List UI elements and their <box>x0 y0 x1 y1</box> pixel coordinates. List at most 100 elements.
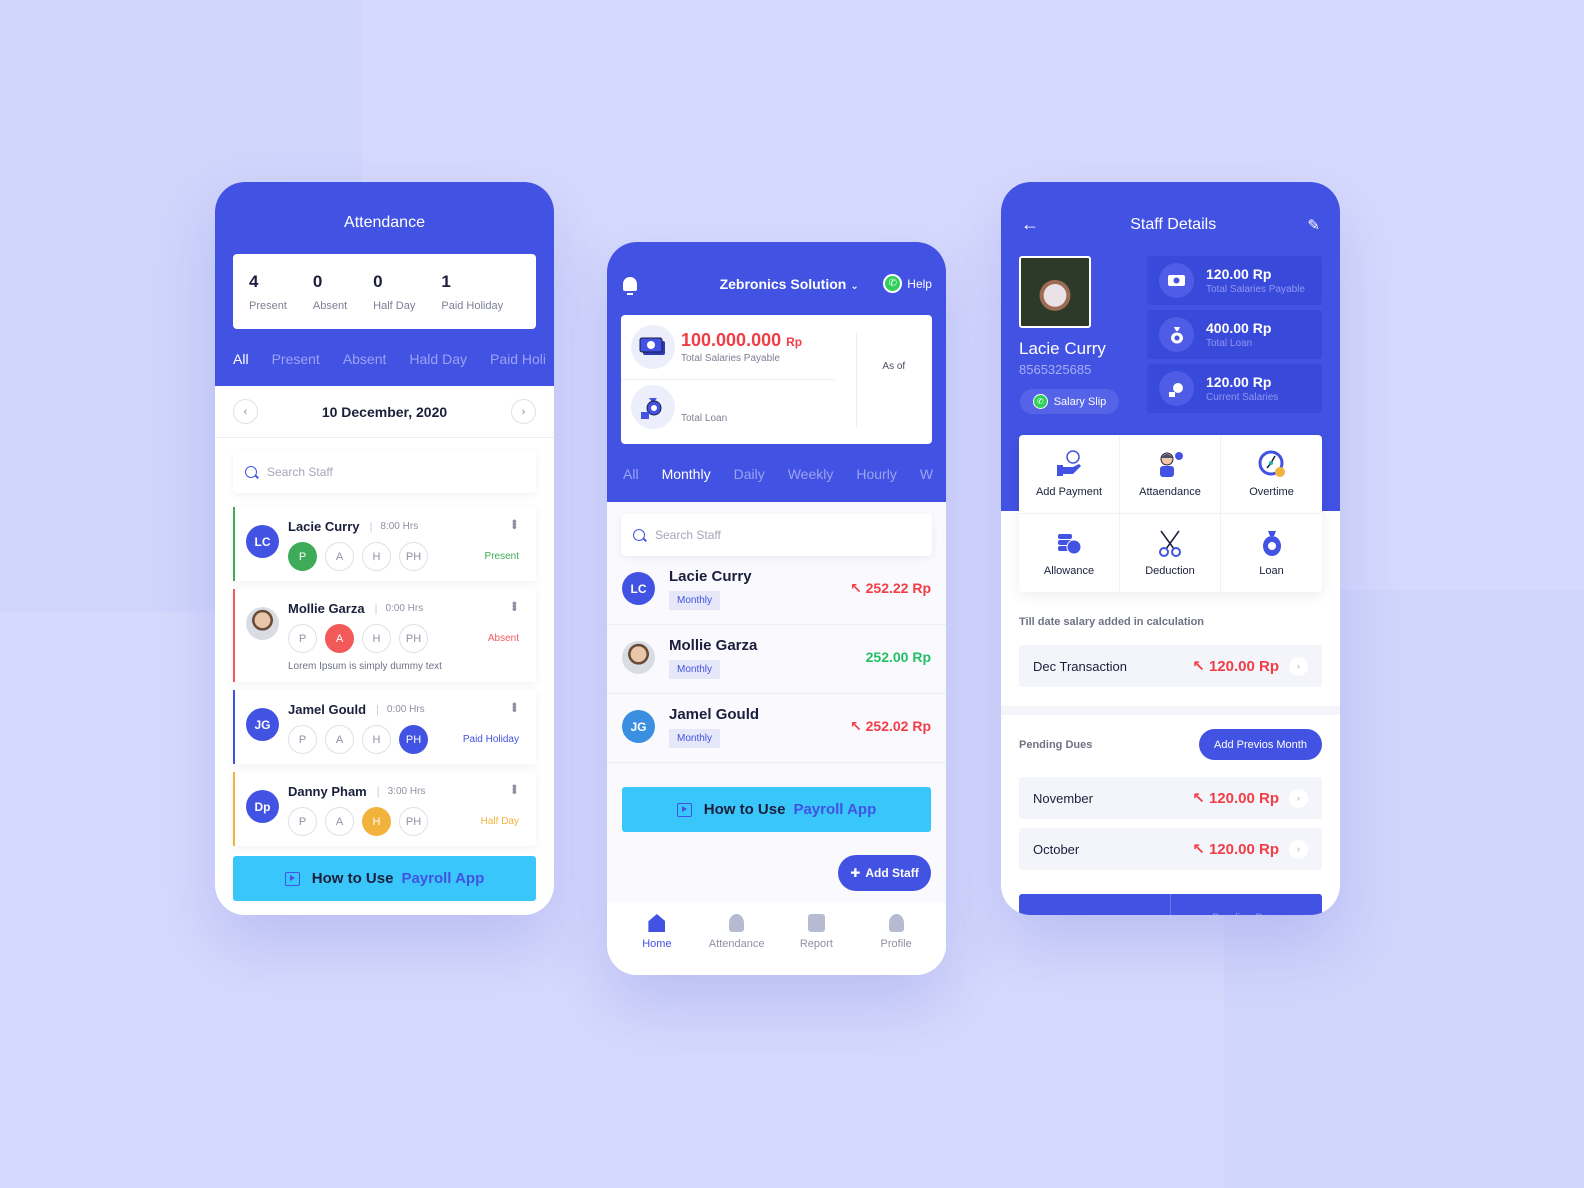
tab-more[interactable]: W <box>920 466 933 482</box>
list-item[interactable]: Mollie Garza Monthly 252.00 Rp <box>607 625 946 694</box>
pending-row-november[interactable]: November ↖ 120.00 Rp › <box>1019 777 1322 819</box>
pill-absent[interactable]: A <box>325 725 354 754</box>
top-bar: Zebronics Solution ⌄ ✆ Help <box>607 274 946 295</box>
action-label: Add Payment <box>1035 485 1103 498</box>
add-staff-button[interactable]: ✚ Add Staff <box>838 855 931 891</box>
pill-absent[interactable]: A <box>325 542 354 571</box>
search-input[interactable]: Search Staff <box>233 451 536 493</box>
pill-paid-holiday[interactable]: PH <box>399 807 428 836</box>
tab-half-day[interactable]: Hald Day <box>409 351 467 367</box>
loan-button[interactable]: Loan <box>1221 514 1322 593</box>
arrow-left-icon[interactable]: ← <box>1021 214 1039 235</box>
pill-half-day[interactable]: H <box>362 542 391 571</box>
pill-absent[interactable]: A <box>325 624 354 653</box>
more-options-icon[interactable]: ••• <box>507 702 523 711</box>
chevron-right-icon[interactable]: › <box>1289 839 1308 859</box>
bottom-nav: Home Attendance Report Profile <box>607 902 946 975</box>
list-item[interactable]: JG Jamel Gould Monthly ↖ 252.02 Rp <box>607 694 946 763</box>
search-placeholder: Search Staff <box>267 465 333 479</box>
play-icon <box>676 802 692 817</box>
salaries-label: Total Salaries Payable <box>681 353 780 364</box>
pill-absent[interactable]: A <box>325 807 354 836</box>
pill-present[interactable]: P <box>288 807 317 836</box>
staff-pay-list: LC Lacie Curry Monthly ↖ 252.22 Rp Molli… <box>607 556 946 763</box>
more-options-icon[interactable]: ••• <box>507 784 523 793</box>
chevron-left-icon[interactable]: ‹ <box>233 399 258 424</box>
nav-label: Report <box>799 938 833 950</box>
attendance-button[interactable]: Attaendance <box>1120 435 1221 514</box>
chevron-right-icon[interactable]: › <box>1289 656 1308 676</box>
pill-present[interactable]: P <box>288 624 317 653</box>
nav-profile[interactable]: Profile <box>861 914 931 975</box>
stat-value: 0 <box>373 272 383 291</box>
tab-monthly[interactable]: Monthly <box>662 466 711 482</box>
more-options-icon[interactable]: ••• <box>507 601 523 610</box>
staff-hours: 0:00 Hrs <box>386 704 425 715</box>
more-options-icon[interactable]: ••• <box>507 519 523 528</box>
pill-paid-holiday[interactable]: PH <box>399 725 428 754</box>
tab-all[interactable]: All <box>233 351 249 367</box>
edit-icon[interactable]: ✎ <box>1307 216 1320 234</box>
dec-transaction-row[interactable]: Dec Transaction ↖ 120.00 Rp › <box>1019 645 1322 687</box>
staff-details-screen: ← Staff Details ✎ Lacie Curry 8565325685… <box>1001 182 1340 915</box>
salary-slip-button[interactable]: ✆ Salary Slip <box>1020 389 1119 414</box>
tab-hourly[interactable]: Hourly <box>856 466 896 482</box>
tab-absent[interactable]: Absent <box>343 351 387 367</box>
how-to-use-button[interactable]: How to Use Payroll App <box>622 787 931 832</box>
add-previous-month-button[interactable]: Add Previos Month <box>1199 729 1322 760</box>
attendance-stats: 4 Present 0 Absent 0 Half Day 1 Paid Holiday <box>233 254 536 329</box>
list-item[interactable]: LC Lacie Curry | 8:00 Hrs ••• P A H PH Pre… <box>233 507 536 581</box>
clock-plus-icon <box>1258 450 1286 478</box>
how-to-use-button[interactable]: How to Use Payroll App <box>233 856 536 901</box>
help-button[interactable]: ✆ Help <box>883 274 932 293</box>
pill-paid-holiday[interactable]: PH <box>399 624 428 653</box>
filter-tabs: All Present Absent Hald Day Paid Holi <box>215 329 554 367</box>
pill-paid-holiday[interactable]: PH <box>399 542 428 571</box>
pill-present[interactable]: P <box>288 725 317 754</box>
list-item[interactable]: Mollie Garza | 0:00 Hrs ••• P A H PH Absen… <box>233 589 536 682</box>
pill-half-day[interactable]: H <box>362 725 391 754</box>
bell-icon[interactable] <box>623 276 637 295</box>
tab-all[interactable]: All <box>623 466 639 482</box>
pill-half-day[interactable]: H <box>362 624 391 653</box>
pill-half-day[interactable]: H <box>362 807 391 836</box>
tab-pending-dues[interactable]: Pending Dues <box>1171 894 1322 915</box>
status-badge: Paid Holiday <box>462 734 519 745</box>
pay-frequency-tag: Monthly <box>669 729 721 748</box>
staff-note: Lorem Ipsum is simply dummy text <box>288 661 442 672</box>
tab-daily[interactable]: Daily <box>734 466 765 482</box>
stat-value: 1 <box>441 272 451 291</box>
list-item[interactable]: Dp Danny Pham | 3:00 Hrs ••• P A H PH Half… <box>233 772 536 846</box>
howto-highlight: Payroll App <box>401 870 485 887</box>
howto-prefix: How to Use <box>311 870 394 887</box>
deduction-button[interactable]: Deduction <box>1120 513 1221 592</box>
divider: | <box>369 520 373 533</box>
nav-attendance[interactable]: Attendance <box>702 914 772 975</box>
avatar <box>246 607 279 640</box>
tab-weekly[interactable]: Weekly <box>788 466 834 482</box>
pay-frequency-tag: Monthly <box>669 660 721 679</box>
overtime-button[interactable]: Overtime <box>1221 435 1322 514</box>
finance-value: 120.00 Rp <box>1206 374 1272 390</box>
tab-paid-holiday[interactable]: Paid Holi <box>490 351 546 367</box>
search-input[interactable]: Search Staff <box>621 514 932 556</box>
search-icon <box>633 529 645 541</box>
nav-home[interactable]: Home <box>622 914 692 975</box>
help-label: Help <box>907 276 932 291</box>
chevron-right-icon[interactable]: › <box>1289 788 1308 808</box>
company-selector[interactable]: Zebronics Solution ⌄ <box>720 276 859 292</box>
tab-left[interactable] <box>1019 894 1171 915</box>
pending-row-october[interactable]: October ↖ 120.00 Rp › <box>1019 828 1322 870</box>
nav-report[interactable]: Report <box>781 914 851 975</box>
add-payment-button[interactable]: Add Payment <box>1019 435 1120 514</box>
action-label: Allowance <box>1043 564 1095 577</box>
search-icon <box>245 466 257 478</box>
salary-slip-label: Salary Slip <box>1053 395 1107 408</box>
chevron-right-icon[interactable]: › <box>510 399 536 424</box>
allowance-button[interactable]: Allowance <box>1019 513 1120 592</box>
tab-present[interactable]: Present <box>272 351 320 367</box>
list-item[interactable]: LC Lacie Curry Monthly ↖ 252.22 Rp <box>607 556 946 625</box>
pill-present[interactable]: P <box>288 542 317 571</box>
list-item[interactable]: JG Jamel Gould | 0:00 Hrs ••• P A H PH Pai… <box>233 690 536 764</box>
stat-label: Absent <box>312 300 348 312</box>
